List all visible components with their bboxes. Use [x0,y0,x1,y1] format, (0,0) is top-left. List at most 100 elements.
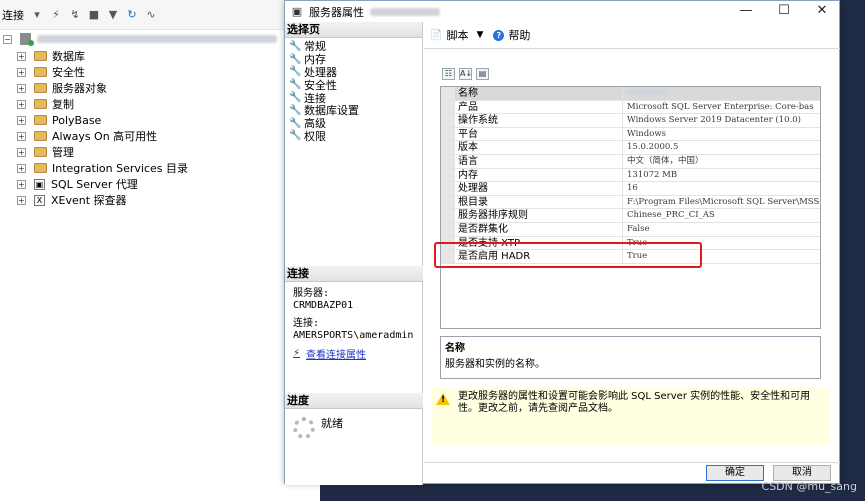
object-explorer-toolbar: 连接 ▾ ⚡ ↯ ■ ▼ ↻ ∿ [0,0,320,30]
property-pages-icon[interactable]: ▤ [476,68,489,80]
refresh-icon[interactable]: ↻ [126,8,138,21]
view-connection-properties-link[interactable]: ⚡ 查看连接属性 [293,346,423,361]
progress-section: 进度 就绪 [285,393,423,439]
description-text: 服务器和实例的名称。 [445,359,545,370]
connection-section: 连接 服务器: CRMDBAZP01 连接: AMERSPORTS\amerad… [285,266,423,361]
script-icon[interactable]: 📄 [430,30,442,41]
help-button[interactable]: 帮助 [508,27,530,43]
server-value: CRMDBAZP01 [293,300,354,311]
object-explorer-tree: − + 数据库 + 安全性 + 服务器对象 + 复制 + PolyBase + … [0,30,320,208]
annotation-highlight-box [434,242,702,268]
wrench-icon: 🔧 [289,117,302,129]
tree-item-integration-services[interactable]: + Integration Services 目录 [0,160,320,176]
watermark: CSDN @mu_sang [761,480,857,493]
property-row[interactable]: 处理器 16 [441,182,820,196]
sort-alpha-icon[interactable]: A↓ [459,68,472,80]
expand-icon[interactable]: + [17,67,26,77]
progress-status: 就绪 [321,417,343,430]
tree-item-xevent[interactable]: + X XEvent 探查器 [0,192,320,208]
wrench-icon: 🔧 [289,130,302,142]
connect-icon[interactable]: ⚡ [50,8,62,21]
property-row[interactable]: 操作系统 Windows Server 2019 Datacenter (10.0… [441,114,820,128]
dialog-title: 服务器属性 [309,5,364,19]
cancel-button[interactable]: 取消 [773,465,831,481]
property-value: 16 [627,183,638,194]
close-icon[interactable]: ✕ [805,3,839,19]
tree-item-always-on[interactable]: + Always On 高可用性 [0,128,320,144]
chevron-down-icon[interactable]: ▼ [476,30,483,40]
property-row[interactable]: 根目录 F:\Program Files\Microsoft SQL Server… [441,195,820,210]
warning-panel: 更改服务器的属性和设置可能会影响此 SQL Server 实例的性能、安全性和可… [432,387,830,445]
connect-value: AMERSPORTS\ameradmin [293,330,414,341]
connection-properties-icon: ⚡ [293,348,301,359]
tree-item-polybase[interactable]: + PolyBase [0,112,320,128]
description-title: 名称 [445,343,465,354]
property-row[interactable]: 版本 15.0.2000.5 [441,141,820,155]
chevron-down-icon[interactable]: ▾ [31,8,43,21]
filter-icon[interactable]: ▼ [107,8,119,21]
tree-item-management[interactable]: + 管理 [0,144,320,160]
property-name: 平台 [455,127,623,141]
tree-item-sql-agent[interactable]: + ▣ SQL Server 代理 [0,176,320,192]
property-row[interactable]: 平台 Windows [441,127,820,142]
server-label: 服务器: [293,288,330,299]
wrench-icon: 🔧 [289,40,302,52]
property-row[interactable]: 服务器排序规则 Chinese_PRC_CI_AS [441,209,820,223]
property-row[interactable]: 是否群集化 False [441,222,820,237]
minimize-icon[interactable]: — [729,3,763,19]
wrench-icon: 🔧 [289,53,302,65]
property-name: 操作系统 [455,114,623,127]
activity-monitor-icon[interactable]: ∿ [145,8,157,21]
expand-icon[interactable]: + [17,115,26,125]
page-permissions[interactable]: 🔧 权限 [285,130,422,143]
property-value: Chinese_PRC_CI_AS [627,210,715,221]
property-name: 内存 [455,168,623,182]
tree-item-label: 安全性 [52,66,85,79]
tree-item-label: SQL Server 代理 [51,178,138,191]
property-row[interactable]: 内存 131072 MB [441,168,820,183]
disconnect-icon[interactable]: ↯ [69,8,81,21]
property-grid: 名称 产品 Microsoft SQL Server Enterprise: Co… [440,86,821,329]
progress-header: 进度 [285,393,423,409]
wrench-icon: 🔧 [289,104,302,116]
tree-item-databases[interactable]: + 数据库 [0,48,320,64]
expand-icon[interactable]: + [17,163,26,173]
ok-button[interactable]: 确定 [706,465,764,481]
script-button[interactable]: 脚本 [446,27,468,43]
folder-icon [34,131,47,141]
expand-icon[interactable]: + [17,195,26,205]
tree-item-label: 复制 [52,98,74,111]
property-name: 是否群集化 [455,222,623,236]
property-name: 产品 [455,100,623,114]
help-icon[interactable]: ? [493,29,505,41]
expand-icon[interactable]: + [17,51,26,61]
tree-item-server-objects[interactable]: + 服务器对象 [0,80,320,96]
property-value: False [627,223,650,234]
expand-icon[interactable]: + [17,147,26,157]
tree-item-security[interactable]: + 安全性 [0,64,320,80]
property-row[interactable]: 产品 Microsoft SQL Server Enterprise: Core-… [441,100,820,115]
folder-icon [34,51,47,61]
expand-icon[interactable]: + [17,99,26,109]
select-page-pane: 选择页 🔧 常规 🔧 内存 🔧 处理器 🔧 安全性 🔧 连接 🔧 数据库设置 🔧 高级 🔧 权限… [285,22,423,485]
property-name: 处理器 [455,182,623,195]
object-explorer: 连接 ▾ ⚡ ↯ ■ ▼ ↻ ∿ − + 数据库 + 安全性 + 服务器对象 +… [0,0,320,501]
tree-item-label: 服务器对象 [52,82,107,95]
expand-icon[interactable]: + [17,83,26,93]
maximize-icon[interactable]: ☐ [767,3,801,19]
property-value: Windows [627,128,666,139]
connect-dropdown[interactable]: 连接 [2,7,24,23]
dialog-titlebar[interactable]: ▣ 服务器属性 — ☐ ✕ [285,1,839,22]
stop-icon[interactable]: ■ [88,8,100,21]
tree-item-label: Integration Services 目录 [52,162,188,175]
tree-item-replication[interactable]: + 复制 [0,96,320,112]
collapse-icon[interactable]: − [3,34,12,44]
categorized-icon[interactable]: ☷ [442,68,455,80]
expand-icon[interactable]: + [17,131,26,141]
wrench-icon: 🔧 [289,79,302,91]
property-row[interactable]: 语言 中文（简体，中国） [441,154,820,169]
property-value: 131072 MB [627,169,678,180]
tree-item-label: 数据库 [52,50,85,63]
server-node[interactable]: − [0,30,320,48]
expand-icon[interactable]: + [17,179,26,189]
